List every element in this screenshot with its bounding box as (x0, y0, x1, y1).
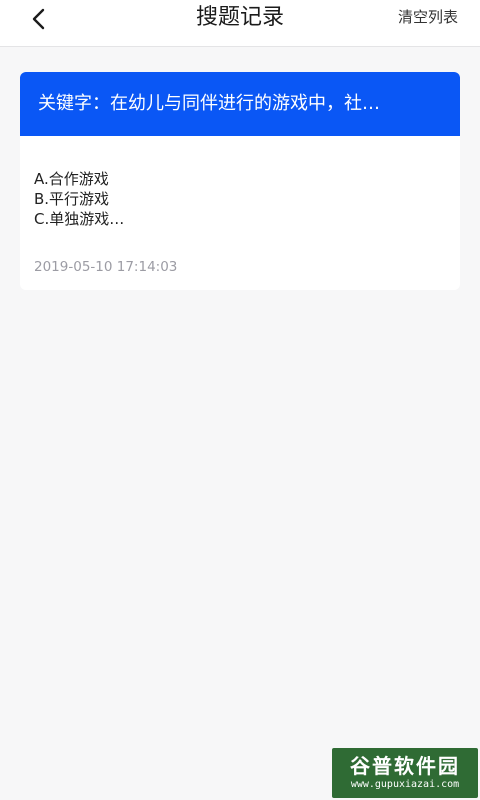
record-option: A.合作游戏 (34, 170, 109, 188)
record-options: A.合作游戏 B.平行游戏 C.单独游戏… (20, 136, 460, 229)
record-keyword: 关键字：在幼儿与同伴进行的游戏中，社… (20, 72, 460, 136)
clear-list-button[interactable]: 清空列表 (398, 6, 458, 28)
app-header: 搜题记录 清空列表 (0, 0, 480, 47)
chevron-left-icon (32, 8, 45, 30)
search-record-card[interactable]: 关键字：在幼儿与同伴进行的游戏中，社… A.合作游戏 B.平行游戏 C.单独游戏… (20, 72, 460, 290)
record-option: B.平行游戏 (34, 190, 110, 208)
record-option: C.单独游戏… (34, 210, 125, 228)
watermark: 谷普软件园 www.gupuxiazai.com (332, 748, 478, 798)
watermark-url: www.gupuxiazai.com (350, 779, 460, 790)
back-button[interactable] (24, 4, 54, 34)
watermark-logo: 谷普软件园 (350, 754, 460, 778)
record-timestamp: 2019-05-10 17:14:03 (34, 259, 178, 275)
